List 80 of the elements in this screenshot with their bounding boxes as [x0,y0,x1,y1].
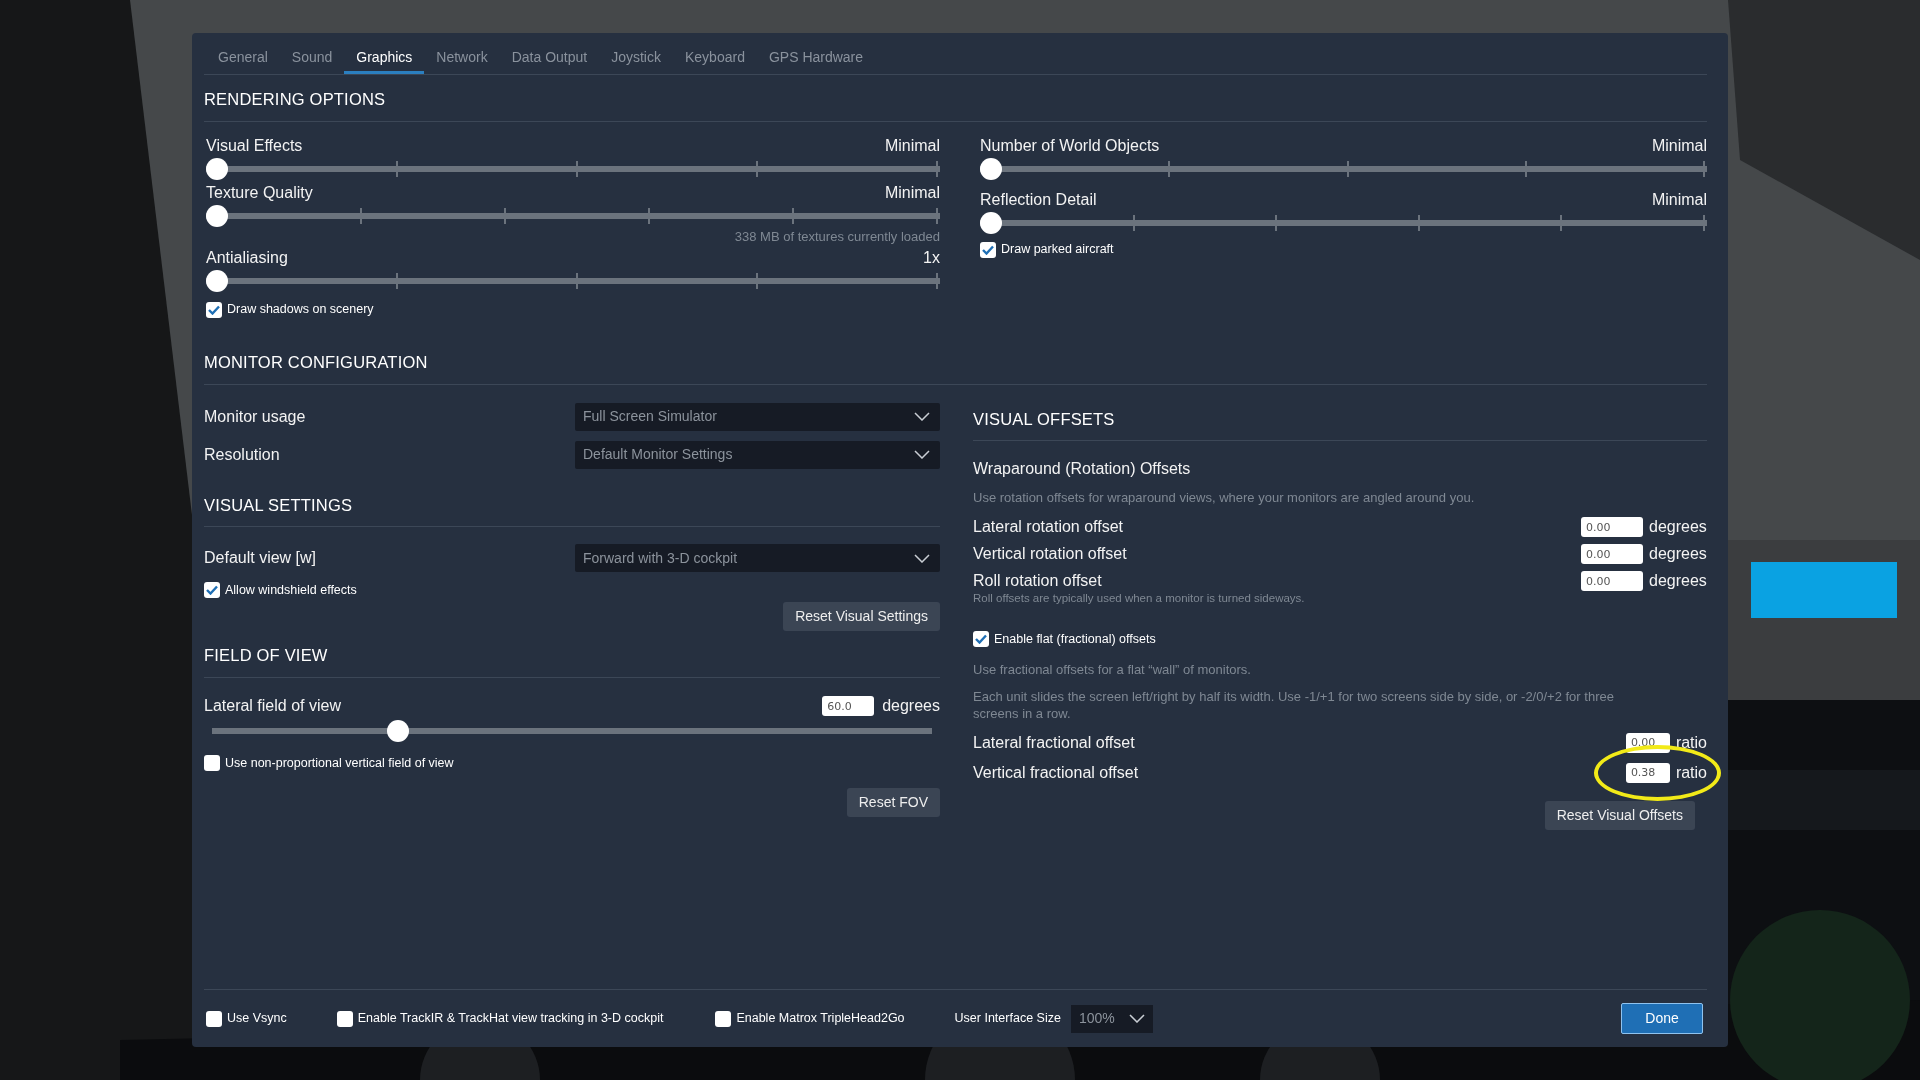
number-field[interactable]: 0.00 [1581,571,1643,592]
chevron-icon [914,412,930,421]
chevron-icon [914,553,930,563]
checkbox[interactable]: Use non-proportional vertical field of view [204,754,454,773]
number-field[interactable]: 0.38 [1625,762,1670,783]
field-label: Vertical rotation offset [973,544,1127,565]
subsection-title: Wraparound (Rotation) Offsets [973,460,1191,478]
tab[interactable]: Keyboard [673,47,757,74]
field-label: User Interface Size [954,1010,1061,1028]
check-icon [208,304,220,315]
field-label: Lateral fractional offset [973,732,1135,753]
slider-thumb[interactable] [206,269,228,292]
tab[interactable]: General [206,47,280,74]
number-field[interactable]: 60.0 [822,696,875,716]
slider-thumb[interactable] [206,204,228,227]
checkbox[interactable]: Use Vsync [206,1009,287,1028]
dropdown-field[interactable]: Forward with 3-D cockpit [575,544,940,573]
number-field[interactable]: 0.00 [1581,517,1643,538]
unit-label: ratio [1675,732,1707,753]
unit-label: degrees [1649,571,1707,592]
checkbox[interactable]: Enable flat (fractional) offsets [973,629,1156,649]
slider-thumb[interactable] [386,720,409,742]
info-text: 338 MB of textures currently loaded [734,228,940,244]
done-button[interactable]: Done [1621,1003,1703,1034]
description-text: Use fractional offsets for a flat “wall” of monitors. [973,662,1251,679]
check-icon [975,634,987,645]
section-heading: VISUAL SETTINGS [204,480,940,528]
checkbox[interactable]: Enable Matrox TripleHead2Go [715,1009,905,1028]
dropdown-field[interactable]: Full Screen Simulator [575,402,940,431]
reset-button[interactable]: Reset Visual Settings [783,602,940,632]
tab[interactable]: Joystick [599,47,673,74]
reset-button[interactable]: Reset FOV [846,788,940,818]
info-text: Roll offsets are typically used when a monitor is turned sideways. [973,592,1305,605]
unit-label: degrees [1649,517,1707,538]
description-text: Each unit slides the screen left/right by half its width. Use -1/+1 for two screens side by side, or -2/0/+2 for three screens in a row. [973,689,1615,722]
check-icon [206,585,218,596]
unit-label: ratio [1675,762,1707,783]
dropdown-field[interactable]: Default Monitor Settings [575,440,940,469]
chevron-icon [1128,1014,1145,1023]
unit-label: degrees [1649,544,1707,565]
check-icon [982,244,994,255]
chevron-icon [914,450,930,459]
checkbox[interactable]: Allow windshield effects [204,580,357,600]
field-label: Resolution [204,444,280,465]
slider-label: Texture Quality [206,182,313,203]
slider-label: Reflection Detail [980,189,1097,210]
description-text: Use rotation offsets for wraparound views, where your monitors are angled around you. [973,490,1475,506]
slider-value: Minimal [1651,135,1707,156]
slider-thumb[interactable] [206,157,228,180]
reset-button[interactable]: Reset Visual Offsets [1544,800,1695,830]
slider-thumb[interactable] [980,211,1002,234]
field-label: Roll rotation offset [973,571,1102,592]
slider-thumb[interactable] [980,157,1002,180]
section-heading: MONITOR CONFIGURATION [204,337,1707,385]
dropdown-field[interactable]: 100% [1070,1004,1153,1033]
field-label: Vertical fractional offset [973,762,1139,783]
tab[interactable]: Sound [279,47,345,74]
field-label: Default view [w] [204,548,317,569]
section-heading: FIELD OF VIEW [204,631,940,678]
slider-label: Antialiasing [206,247,288,268]
tab[interactable]: Graphics [344,47,425,74]
slider-label: Number of World Objects [980,135,1160,156]
section-heading: VISUAL OFFSETS [973,394,1707,442]
field-label: Lateral field of view [204,696,341,716]
slider-label: Visual Effects [206,135,303,156]
checkbox[interactable]: Draw shadows on scenery [206,300,374,320]
number-field[interactable]: 0.00 [1581,544,1643,565]
field-label: Lateral rotation offset [973,517,1124,538]
slider-value: 1x [923,247,940,268]
slider-value: Minimal [1651,189,1707,210]
slider-value: Minimal [884,135,940,156]
slider-value: Minimal [884,182,940,203]
unit-label: degrees [882,696,940,716]
tab[interactable]: Network [424,47,500,74]
checkbox[interactable]: Enable TrackIR & TrackHat view tracking in 3-D cockpit [336,1009,664,1028]
section-heading: RENDERING OPTIONS [204,75,1707,122]
tab[interactable]: Data Output [499,47,600,74]
field-label: Monitor usage [204,406,306,427]
checkbox[interactable]: Draw parked aircraft [980,240,1114,260]
tab[interactable]: GPS Hardware [756,47,876,74]
